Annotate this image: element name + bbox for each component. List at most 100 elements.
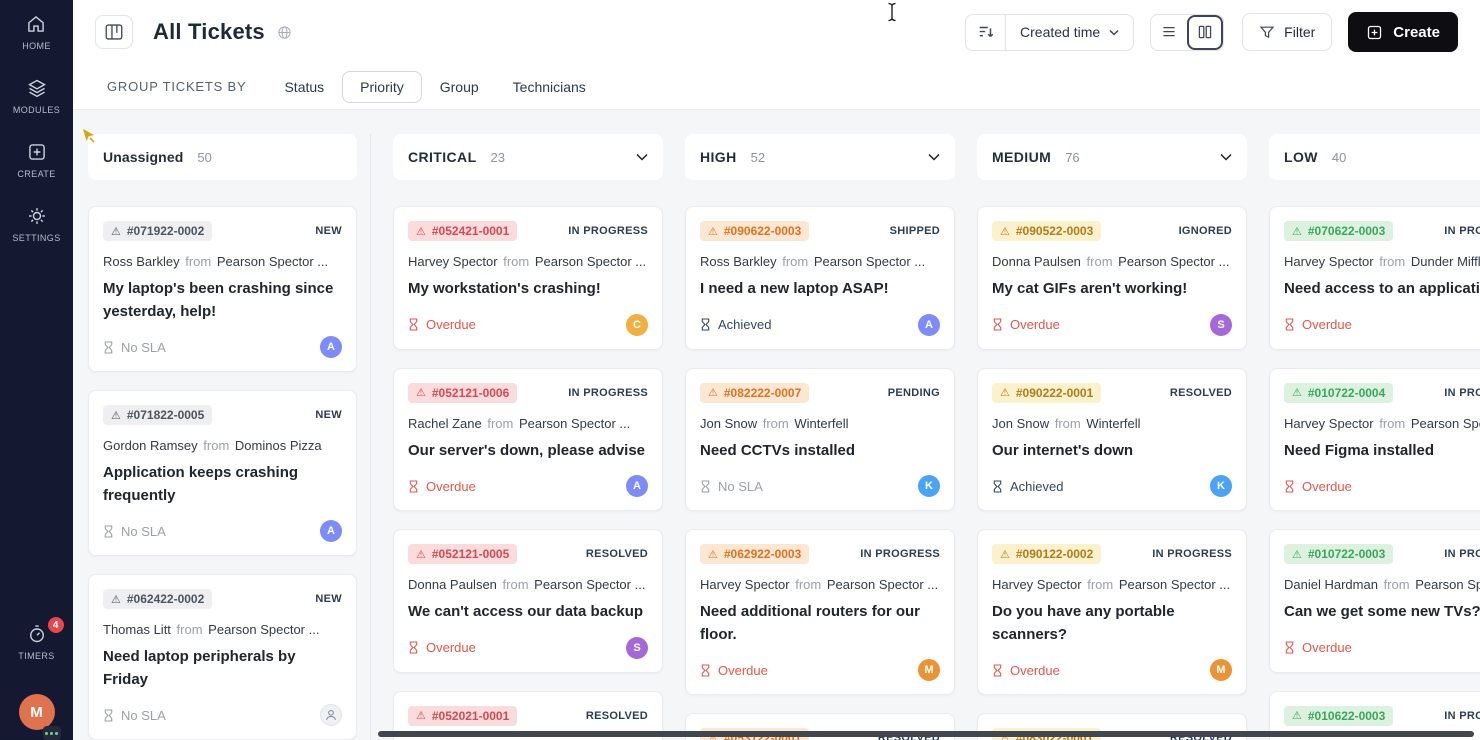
incident-icon: ⚠ [416, 386, 426, 399]
ticket-id-badge: ⚠ #090522-0003 [992, 221, 1102, 241]
sidebar-item-timers[interactable]: 4 TIMERS [18, 617, 64, 661]
ticket-status: RESOLVED [585, 548, 648, 560]
assignee-avatar[interactable]: A [918, 313, 940, 336]
sort-field-dropdown[interactable]: Created time [1006, 24, 1133, 40]
create-button[interactable]: Create [1348, 12, 1458, 52]
ticket-card[interactable]: ⚠ #062922-0003 IN PROGRESS Harvey Specto… [685, 529, 955, 695]
ticket-card[interactable]: ⚠ #010722-0003 IN PROGRESS Daniel Hardma… [1269, 529, 1480, 673]
ticket-id: #062422-0002 [126, 592, 205, 606]
chevron-down-icon[interactable] [636, 153, 648, 161]
column-header[interactable]: MEDIUM 76 [977, 134, 1247, 180]
avatar-letter: A [327, 525, 335, 537]
assignee-avatar[interactable]: K [1210, 475, 1232, 497]
column-header[interactable]: HIGH 52 [685, 134, 955, 180]
chevron-down-icon[interactable] [928, 153, 940, 161]
ticket-status: IN PROGRESS [1444, 548, 1480, 560]
ticket-card[interactable]: ⚠ #070622-0003 IN PROGRESS Harvey Specto… [1269, 206, 1480, 350]
from-label: from [1054, 415, 1081, 431]
ticket-card[interactable]: ⚠ #052121-0006 IN PROGRESS Rachel Zane f… [393, 367, 663, 511]
card-top-row: ⚠ #090622-0003 SHIPPED [700, 221, 940, 241]
requester-name: Harvey Spector [700, 577, 790, 592]
ticket-card[interactable]: ⚠ #090622-0003 SHIPPED Ross Barkley from… [685, 206, 955, 350]
main-area: All Tickets Created time Filter Create G… [73, 0, 1480, 740]
hourglass-icon [104, 708, 113, 722]
assignee-avatar[interactable]: M [1210, 659, 1232, 681]
board-column: HIGH 52 ⚠ #090622-0003 SHIPPED Ross Bark… [685, 134, 955, 740]
incident-icon: ⚠ [1292, 224, 1302, 238]
assignee-avatar[interactable]: A [626, 475, 648, 497]
ticket-card[interactable]: ⚠ #090122-0002 IN PROGRESS Harvey Specto… [977, 529, 1247, 695]
card-bottom-row: Achieved A [700, 313, 940, 336]
sidebar-item-create[interactable]: CREATE [17, 142, 55, 179]
from-label: from [203, 438, 230, 453]
sort-field-value: Created time [1020, 24, 1101, 40]
requester-line: Jon Snow from Winterfell [992, 416, 1232, 431]
avatar-letter: C [633, 318, 641, 331]
ticket-id: #090622-0003 [723, 224, 802, 238]
ticket-card[interactable]: ⚠ #052121-0005 RESOLVED Donna Paulsen fr… [393, 529, 663, 673]
chevron-down-icon[interactable] [1220, 153, 1232, 161]
sidebar-item-modules[interactable]: MODULES [13, 78, 60, 115]
board-view-button[interactable] [1187, 14, 1224, 50]
column-header[interactable]: CRITICAL 23 [393, 134, 663, 180]
filter-button[interactable]: Filter [1242, 13, 1333, 51]
tab-technicians[interactable]: Technicians [511, 72, 588, 102]
card-top-row: ⚠ #052421-0001 IN PROGRESS [408, 221, 648, 241]
ticket-card[interactable]: ⚠ #090522-0003 IGNORED Donna Paulsen fro… [977, 206, 1247, 350]
incident-icon: ⚠ [111, 592, 121, 606]
sla-status: No SLA [103, 524, 166, 539]
column-header[interactable]: Unassigned 50 [88, 134, 357, 180]
company-name: Pearson Spector ... [813, 254, 926, 269]
tab-priority[interactable]: Priority [342, 70, 422, 103]
ticket-card[interactable]: ⚠ #071922-0002 NEW Ross Barkley from Pea… [88, 206, 357, 372]
column-count: 40 [1331, 149, 1347, 165]
assignee-avatar[interactable]: A [320, 336, 342, 358]
assignee-avatar[interactable]: M [918, 659, 940, 681]
sla-label: Overdue [1302, 478, 1352, 494]
ticket-card[interactable]: ⚠ #090222-0001 RESOLVED Jon Snow from Wi… [977, 367, 1247, 511]
assignee-avatar[interactable]: S [1210, 313, 1232, 336]
ticket-id: #082222-0007 [723, 385, 802, 400]
sidebar-item-settings[interactable]: SETTINGS [12, 206, 60, 243]
ticket-card[interactable]: ⚠ #082222-0007 PENDING Jon Snow from Win… [685, 367, 955, 511]
card-bottom-row: Overdue A [408, 475, 648, 497]
sla-label: Overdue [1302, 640, 1352, 655]
ticket-id-badge: ⚠ #010722-0003 [1284, 544, 1394, 564]
assignee-avatar[interactable]: S [626, 636, 648, 659]
home-icon [28, 15, 45, 32]
user-avatar[interactable]: M [18, 694, 61, 740]
card-bottom-row: Overdue M [992, 659, 1232, 681]
assignee-avatar[interactable]: A [320, 520, 342, 542]
sidebar-item-home[interactable]: HOME [22, 14, 51, 51]
views-menu-button[interactable] [95, 15, 133, 49]
column-count: 76 [1065, 149, 1080, 165]
board-view-icon [1198, 25, 1212, 39]
ticket-card[interactable]: ⚠ #071822-0005 NEW Gordon Ramsey from Do… [88, 390, 357, 556]
board-column: LOW 40 ⚠ #070622-0003 IN PROGRESS Harvey… [1269, 134, 1480, 740]
ticket-card[interactable]: ⚠ #062422-0002 NEW Thomas Litt from Pear… [88, 574, 357, 740]
assignee-avatar[interactable] [320, 704, 342, 726]
requester-name: Ross Barkley [700, 254, 777, 269]
assignee-avatar[interactable]: C [626, 313, 648, 336]
ticket-id: #052121-0005 [431, 547, 510, 561]
hourglass-icon [1285, 318, 1294, 331]
ticket-card[interactable]: ⚠ #052421-0001 IN PROGRESS Harvey Specto… [393, 206, 663, 350]
avatar-letter: M [1216, 664, 1226, 676]
ticket-card[interactable]: ⚠ #010722-0004 IN PROGRESS Harvey Specto… [1269, 367, 1480, 511]
sort-direction-button[interactable] [966, 14, 1007, 50]
column-header[interactable]: LOW 40 [1269, 134, 1480, 180]
incident-icon: ⚠ [1292, 547, 1302, 561]
requester-line: Donna Paulsen from Pearson Spector ... [992, 254, 1232, 269]
from-label: from [502, 577, 529, 592]
hourglass-icon [409, 479, 418, 493]
column-title: LOW [1284, 149, 1318, 165]
list-view-button[interactable] [1151, 15, 1187, 50]
ticket-subject: Our server's down, please advise [408, 441, 646, 459]
tab-group[interactable]: Group [438, 72, 481, 102]
horizontal-scrollbar[interactable] [378, 731, 1474, 737]
tab-status[interactable]: Status [282, 72, 326, 102]
assignee-avatar[interactable]: K [918, 475, 940, 497]
column-count: 50 [197, 149, 212, 165]
sla-label: Overdue [426, 317, 476, 332]
ticket-status: IN PROGRESS [1444, 386, 1480, 399]
